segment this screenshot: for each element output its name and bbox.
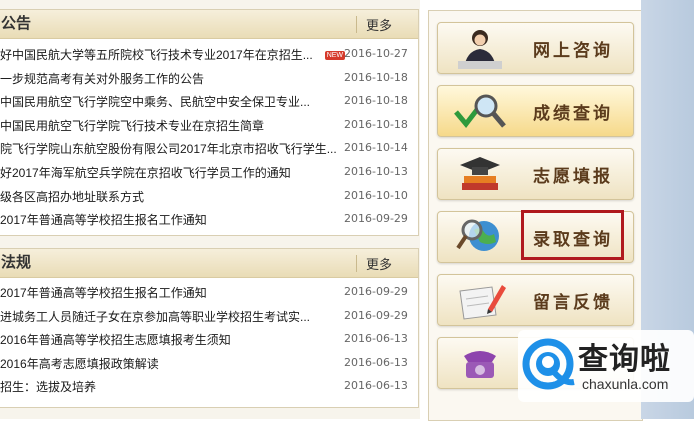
list-item[interactable]: 院飞行学院山东航空股份有限公司2017年北京市招收飞行学生... 2016-10… bbox=[0, 136, 418, 160]
list-item[interactable]: 中国民用航空飞行学院飞行技术专业在京招生简章 2016-10-18 bbox=[0, 113, 418, 137]
books-cap-icon bbox=[450, 153, 510, 195]
list-item[interactable]: 2017年普通高等学校招生报名工作通知 2016-09-29 bbox=[0, 207, 418, 231]
regulations-list: 2017年普通高等学校招生报名工作通知 2016-09-29 进城务工人员随迁子… bbox=[0, 278, 418, 398]
quick-link-label: 成绩查询 bbox=[533, 104, 613, 123]
list-item[interactable]: 好2017年海军航空兵学院在京招收飞行学员工作的通知 2016-10-13 bbox=[0, 160, 418, 184]
list-item[interactable]: 好中国民航大学等五所院校飞行技术专业2017年在京招生... NEW 2016-1… bbox=[0, 42, 418, 66]
feedback-button[interactable]: 留言反馈 bbox=[437, 274, 634, 326]
quick-link-label: 志愿填报 bbox=[533, 167, 613, 186]
news-date: 2016-09-29 bbox=[344, 212, 408, 226]
news-date: 2016-10-27 bbox=[344, 47, 408, 60]
list-item[interactable]: 进城务工人员随迁子女在京参加高等职业学校招生考试实... 2016-09-29 bbox=[0, 304, 418, 328]
regulations-panel: 法规 更多 2017年普通高等学校招生报名工作通知 2016-09-29 进城务… bbox=[0, 248, 419, 408]
news-title[interactable]: 级各区高招办地址联系方式 bbox=[0, 188, 144, 205]
announcements-panel: 公告 更多 好中国民航大学等五所院校飞行技术专业2017年在京招生... NEW … bbox=[0, 9, 419, 236]
news-title[interactable]: 中国民用航空飞行学院飞行技术专业在京招生简章 bbox=[0, 117, 264, 134]
news-title[interactable]: 2017年普通高等学校招生报名工作通知 bbox=[0, 211, 207, 228]
news-date: 2016-10-13 bbox=[344, 164, 408, 178]
regulations-header: 法规 更多 bbox=[0, 249, 418, 278]
highlight-box bbox=[521, 210, 624, 260]
news-date: 2016-09-29 bbox=[344, 308, 408, 322]
news-date: 2016-06-13 bbox=[344, 355, 408, 369]
news-title[interactable]: 一步规范高考有关对外服务工作的公告 bbox=[0, 70, 204, 87]
news-title[interactable]: 好中国民航大学等五所院校飞行技术专业2017年在京招生... NEW bbox=[0, 46, 346, 63]
list-item[interactable]: 一步规范高考有关对外服务工作的公告 2016-10-18 bbox=[0, 66, 418, 90]
watermark-domain: chaxunla.com bbox=[582, 376, 669, 392]
watermark: 查询啦 chaxunla.com bbox=[518, 330, 694, 402]
list-item[interactable]: 招生：选拔及培养 2016-06-13 bbox=[0, 374, 418, 398]
news-date: 2016-09-29 bbox=[344, 285, 408, 298]
news-date: 2016-06-13 bbox=[344, 379, 408, 393]
panel-title: 法规 bbox=[1, 254, 32, 271]
left-column: 公告 更多 好中国民航大学等五所院校飞行技术专业2017年在京招生... NEW … bbox=[0, 0, 420, 419]
news-title[interactable]: 中国民用航空飞行学院空中乘务、民航空中安全保卫专业... bbox=[0, 93, 310, 110]
panel-title: 公告 bbox=[1, 15, 32, 32]
list-item[interactable]: 级各区高招办地址联系方式 2016-10-10 bbox=[0, 184, 418, 208]
list-item[interactable]: 2016年高考志愿填报政策解读 2016-06-13 bbox=[0, 351, 418, 375]
list-item[interactable]: 中国民用航空飞行学院空中乘务、民航空中安全保卫专业... 2016-10-18 bbox=[0, 89, 418, 113]
watermark-name: 查询啦 bbox=[578, 343, 671, 376]
more-link[interactable]: 更多 bbox=[366, 254, 392, 273]
divider bbox=[356, 16, 357, 33]
news-title[interactable]: 好2017年海军航空兵学院在京招收飞行学员工作的通知 bbox=[0, 164, 291, 181]
quick-link-label: 留言反馈 bbox=[533, 293, 613, 312]
news-date: 2016-10-18 bbox=[344, 70, 408, 84]
news-title[interactable]: 院飞行学院山东航空股份有限公司2017年北京市招收飞行学生... bbox=[0, 140, 337, 157]
announcements-header: 公告 更多 bbox=[0, 10, 418, 39]
news-date: 2016-10-18 bbox=[344, 117, 408, 131]
telephone-icon bbox=[450, 342, 510, 384]
news-date: 2016-10-18 bbox=[344, 94, 408, 108]
admission-query-button[interactable]: 录取查询 bbox=[437, 210, 634, 263]
announcements-list: 好中国民航大学等五所院校飞行技术专业2017年在京招生... NEW 2016-1… bbox=[0, 39, 418, 231]
volunteer-fill-button[interactable]: 志愿填报 bbox=[437, 148, 634, 200]
globe-magnifier-icon bbox=[450, 216, 510, 258]
watermark-logo-icon bbox=[520, 336, 576, 392]
news-date: 2016-06-13 bbox=[344, 332, 408, 346]
news-title[interactable]: 2016年普通高等学校招生志愿填报考生须知 bbox=[0, 331, 231, 348]
magnifier-check-icon bbox=[450, 90, 510, 132]
news-title[interactable]: 2017年普通高等学校招生报名工作通知 bbox=[0, 284, 207, 301]
news-date: 2016-10-10 bbox=[344, 188, 408, 202]
online-consult-button[interactable]: 网上咨询 bbox=[437, 22, 634, 74]
news-title[interactable]: 2016年高考志愿填报政策解读 bbox=[0, 355, 159, 372]
more-link[interactable]: 更多 bbox=[366, 15, 392, 34]
consultant-person-icon bbox=[450, 27, 510, 69]
news-title[interactable]: 招生：选拔及培养 bbox=[0, 378, 96, 395]
list-item[interactable]: 2017年普通高等学校招生报名工作通知 2016-09-29 bbox=[0, 280, 418, 304]
quick-link-label: 网上咨询 bbox=[533, 41, 613, 60]
news-title[interactable]: 进城务工人员随迁子女在京参加高等职业学校招生考试实... bbox=[0, 308, 310, 325]
news-date: 2016-10-14 bbox=[344, 141, 408, 155]
score-query-button[interactable]: 成绩查询 bbox=[437, 85, 634, 137]
new-badge: NEW bbox=[324, 51, 346, 60]
pencil-paper-icon bbox=[450, 279, 510, 321]
divider bbox=[356, 255, 357, 272]
list-item[interactable]: 2016年普通高等学校招生志愿填报考生须知 2016-06-13 bbox=[0, 327, 418, 351]
